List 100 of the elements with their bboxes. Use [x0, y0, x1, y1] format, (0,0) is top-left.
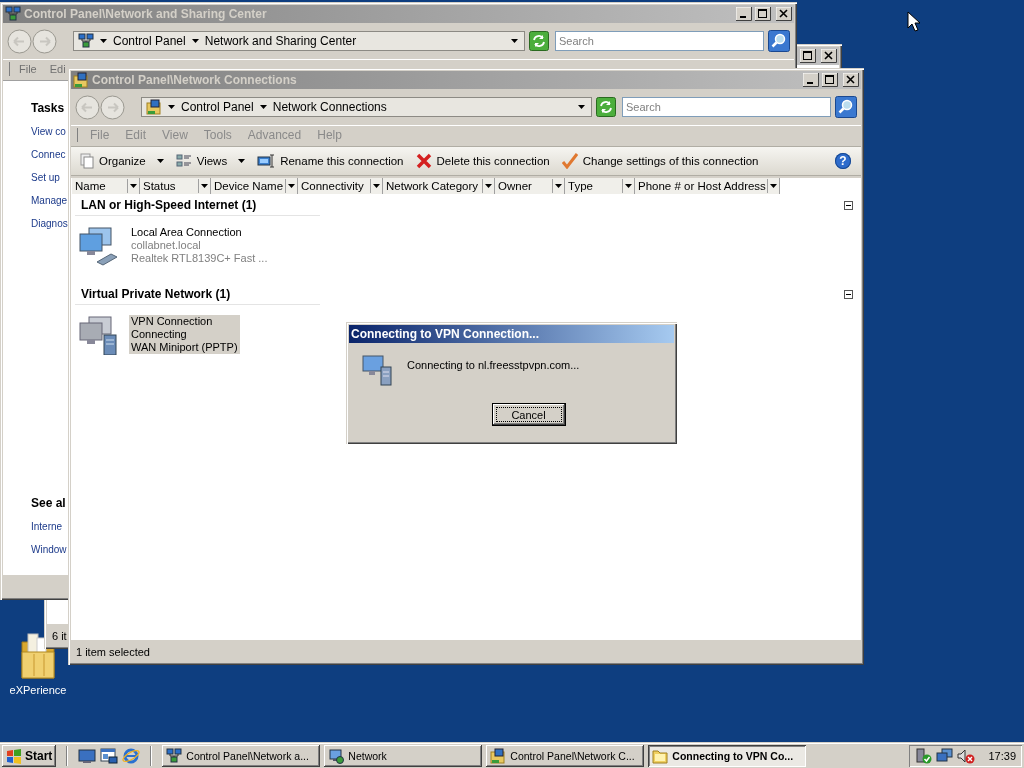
column-header[interactable]: Owner — [495, 178, 565, 194]
caret-icon — [770, 184, 777, 188]
column-header[interactable]: Device Name — [211, 178, 298, 194]
computer-server-icon — [361, 353, 393, 387]
search-button[interactable] — [835, 96, 857, 118]
volume-muted-icon[interactable] — [957, 748, 976, 764]
breadcrumb-item[interactable]: Network and Sharing Center — [204, 34, 357, 48]
column-filter-button[interactable] — [127, 179, 139, 193]
task-link[interactable]: Set up — [31, 166, 60, 189]
refresh-button[interactable] — [596, 97, 616, 117]
delete-icon — [415, 153, 432, 169]
connection-detail: collabnet.local — [131, 239, 202, 252]
connection-item[interactable]: VPN Connection Connecting WAN Miniport (PPTP) — [129, 315, 240, 354]
close-button[interactable] — [821, 49, 837, 63]
caret-icon — [201, 184, 208, 188]
task-link[interactable]: Window — [31, 538, 67, 561]
views-icon — [175, 153, 192, 169]
search-button[interactable] — [768, 30, 790, 52]
column-header[interactable]: Type — [565, 178, 635, 194]
caret-icon[interactable] — [168, 105, 175, 109]
minimize-button[interactable] — [736, 7, 752, 21]
computer-server-icon[interactable] — [77, 315, 119, 355]
task-link[interactable]: Connec — [31, 143, 66, 166]
command-button[interactable]: Rename this connection — [254, 151, 407, 171]
column-header[interactable]: Network Category — [383, 178, 495, 194]
search-field[interactable]: Search — [622, 97, 831, 117]
network-computers-icon[interactable] — [77, 226, 119, 266]
command-button[interactable]: Views — [172, 151, 249, 171]
window-title: Control Panel\Network and Sharing Center — [24, 7, 267, 21]
caret-icon — [373, 184, 380, 188]
group-heading: LAN or High-Speed Internet (1) — [81, 198, 257, 212]
column-header[interactable]: Connectivity — [298, 178, 383, 194]
minimize-button[interactable] — [803, 73, 819, 87]
caret-icon[interactable] — [259, 105, 267, 109]
column-header[interactable]: Status — [140, 178, 211, 194]
windows-logo-icon — [6, 748, 22, 764]
pages-icon — [80, 153, 94, 169]
server-manager-icon[interactable] — [100, 748, 119, 764]
column-filter-button[interactable] — [482, 179, 494, 193]
task-link[interactable]: Interne — [31, 515, 63, 538]
column-header[interactable]: Phone # or Host Address — [635, 178, 780, 194]
cursor-icon — [907, 11, 921, 32]
taskbar-button[interactable]: Connecting to VPN Co... — [648, 745, 807, 767]
connection-detail: WAN Miniport (PPTP) — [131, 341, 238, 354]
maximize-button[interactable] — [822, 73, 838, 87]
breadcrumb-item[interactable]: Control Panel — [181, 100, 254, 114]
column-filter-button[interactable] — [622, 179, 634, 193]
network-folder-icon — [490, 748, 507, 764]
caret-icon — [485, 184, 492, 188]
dialog-message: Connecting to nl.freesstpvpn.com... — [407, 359, 580, 371]
command-button[interactable]: Change settings of this connection — [558, 151, 762, 171]
icon-label[interactable]: eXPerience — [9, 684, 67, 696]
start-button[interactable]: Start — [2, 745, 57, 767]
column-filter-button[interactable] — [370, 179, 382, 193]
rename-icon — [257, 153, 276, 169]
taskbar-button[interactable]: Control Panel\Network a... — [162, 745, 321, 767]
maximize-button[interactable] — [800, 49, 816, 63]
column-filter-button[interactable] — [767, 179, 779, 193]
task-link[interactable]: Diagnos — [31, 212, 68, 235]
location-icon — [78, 33, 94, 49]
close-button[interactable] — [776, 7, 792, 21]
column-filter-button[interactable] — [198, 179, 210, 193]
taskbar-button[interactable]: Control Panel\Network C... — [486, 745, 645, 767]
column-filter-button[interactable] — [552, 179, 564, 193]
network-computers-icon[interactable] — [936, 748, 955, 764]
collapse-button[interactable] — [844, 200, 853, 210]
command-button[interactable]: Delete this connection — [412, 151, 553, 171]
refresh-button[interactable] — [529, 31, 549, 51]
command-button[interactable]: Organize — [77, 151, 167, 171]
clock: 17:39 — [988, 750, 1016, 762]
dropdown-icon[interactable] — [578, 105, 585, 109]
breadcrumb-item[interactable]: Control Panel — [113, 34, 186, 48]
window-title: Connecting to VPN Connection... — [351, 327, 539, 341]
address-bar[interactable]: Control Panel Network and Sharing Center — [73, 31, 525, 51]
task-link[interactable]: Manage — [31, 189, 68, 212]
collapse-button[interactable] — [844, 289, 853, 299]
task-link[interactable]: View co — [31, 120, 66, 143]
taskbar-button[interactable]: Network — [324, 745, 483, 767]
caret-icon — [625, 184, 632, 188]
security-check-icon[interactable] — [915, 748, 934, 764]
connection-detail: Realtek RTL8139C+ Fast ... — [131, 252, 268, 265]
caret-icon — [130, 184, 137, 188]
computer-icon — [328, 748, 345, 764]
address-bar[interactable]: Control Panel Network Connections — [141, 97, 592, 117]
section-heading: Tasks — [31, 100, 65, 117]
column-header[interactable]: Name — [72, 178, 140, 194]
connection-name: VPN Connection — [131, 315, 214, 328]
maximize-button[interactable] — [755, 7, 771, 21]
search-field[interactable]: Search — [555, 31, 764, 51]
window-title: Control Panel\Network Connections — [92, 73, 297, 87]
group-heading: Virtual Private Network (1) — [81, 287, 231, 301]
column-filter-button[interactable] — [285, 179, 297, 193]
checkmark-icon — [561, 153, 578, 169]
connection-item[interactable]: Local Area Connection collabnet.local Realtek RTL8139C+ Fast ... — [129, 226, 270, 265]
breadcrumb-item[interactable]: Network Connections — [272, 100, 387, 114]
show-desktop-icon[interactable] — [78, 748, 97, 764]
close-button[interactable] — [843, 73, 859, 87]
window-icon — [5, 6, 21, 22]
help-button[interactable]: ? — [835, 153, 851, 169]
cancel-button[interactable]: Cancel — [491, 403, 566, 426]
